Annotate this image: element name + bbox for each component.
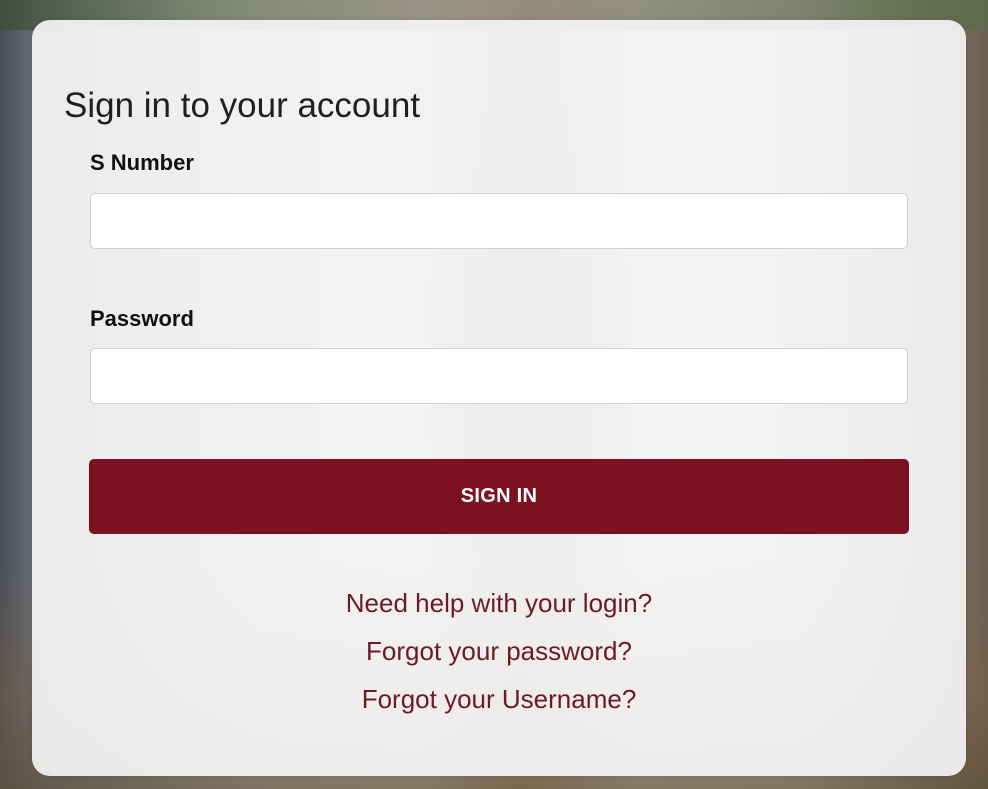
password-input[interactable] [90, 348, 908, 404]
sign-in-button[interactable]: SIGN IN [89, 459, 909, 534]
login-card: Sign in to your account S Number Passwor… [32, 20, 966, 776]
page-title: Sign in to your account [64, 86, 421, 125]
snumber-label: S Number [90, 150, 194, 175]
help-link[interactable]: Need help with your login? [32, 588, 966, 619]
snumber-input[interactable] [90, 193, 908, 249]
forgot-password-link[interactable]: Forgot your password? [32, 636, 966, 667]
password-label: Password [90, 306, 194, 331]
forgot-username-link[interactable]: Forgot your Username? [32, 684, 966, 715]
